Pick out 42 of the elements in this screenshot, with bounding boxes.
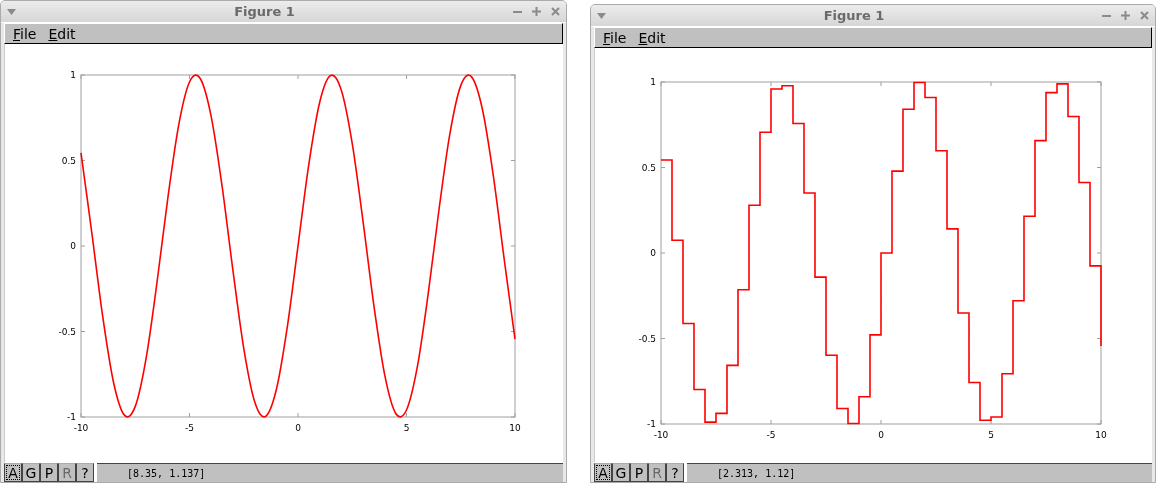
x-tick-label: 5 — [403, 423, 410, 433]
menu-item[interactable]: File — [7, 25, 43, 42]
y-tick-label: 0 — [70, 241, 76, 251]
coordinates-readout: [8.35, 1.137] — [97, 463, 563, 482]
window-title: Figure 1 — [233, 4, 296, 19]
x-tick-label: -5 — [185, 423, 194, 433]
x-tick-label: -5 — [766, 430, 776, 440]
x-tick-label: 0 — [878, 430, 884, 440]
close-icon[interactable] — [551, 7, 560, 16]
y-tick-label: 1 — [650, 77, 656, 87]
y-tick-label: 0.5 — [641, 162, 656, 173]
toolbar-button[interactable]: P — [40, 463, 58, 482]
menu-item[interactable]: Edit — [42, 25, 82, 42]
x-tick-label: 10 — [1095, 430, 1107, 440]
y-tick-label: 0 — [650, 248, 656, 258]
x-tick-label: -10 — [653, 430, 669, 440]
toolbar-button[interactable]: G — [22, 463, 40, 482]
x-tick-label: 0 — [295, 423, 301, 433]
menu-item[interactable]: File — [597, 29, 633, 46]
maximize-icon[interactable] — [1121, 11, 1130, 20]
toolbar-button[interactable]: ? — [76, 463, 94, 482]
y-tick-label: -1 — [67, 412, 76, 422]
toolbar-button[interactable]: ? — [666, 463, 684, 482]
window-menu-icon[interactable] — [597, 12, 606, 19]
toolbar-button[interactable]: P — [630, 463, 648, 482]
y-tick-label: -0.5 — [58, 326, 76, 337]
menu-item[interactable]: Edit — [632, 29, 672, 46]
coordinates-readout: [2.313, 1.12] — [687, 463, 1152, 482]
close-icon[interactable] — [1140, 11, 1149, 20]
x-tick-label: -10 — [73, 423, 89, 433]
y-tick-label: 0.5 — [61, 155, 76, 166]
x-tick-label: 10 — [509, 423, 521, 433]
window-title: Figure 1 — [822, 8, 886, 23]
x-tick-label: 5 — [988, 430, 994, 440]
toolbar-button[interactable]: A — [4, 463, 22, 482]
toolbar-button[interactable]: G — [612, 463, 630, 482]
y-tick-label: -1 — [647, 419, 656, 429]
window-menu-icon[interactable] — [7, 8, 16, 15]
toolbar-button[interactable]: A — [594, 463, 612, 482]
maximize-icon[interactable] — [532, 7, 541, 16]
y-tick-label: -0.5 — [638, 333, 656, 344]
y-tick-label: 1 — [70, 70, 76, 80]
